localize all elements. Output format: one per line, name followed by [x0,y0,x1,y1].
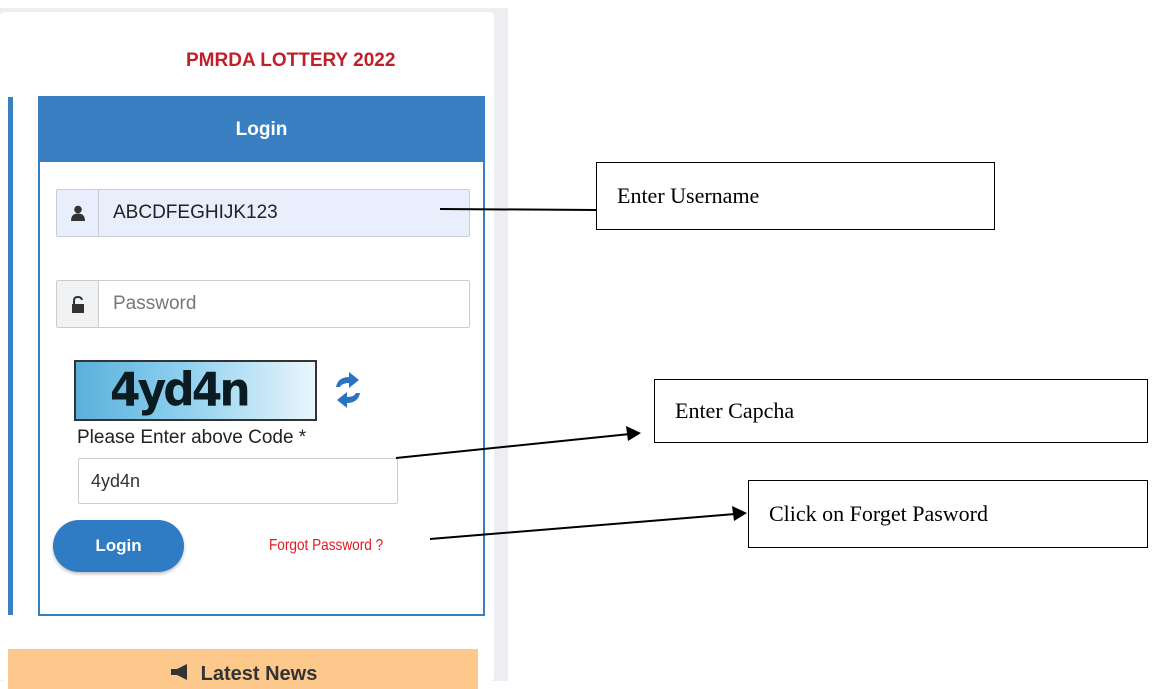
captcha-arrowhead [626,426,641,441]
username-connector-line [439,208,597,211]
forgot-arrowhead [732,506,747,521]
annotation-lines [395,208,747,540]
forgot-arrow-line [429,513,736,540]
captcha-arrow-line [395,433,631,459]
